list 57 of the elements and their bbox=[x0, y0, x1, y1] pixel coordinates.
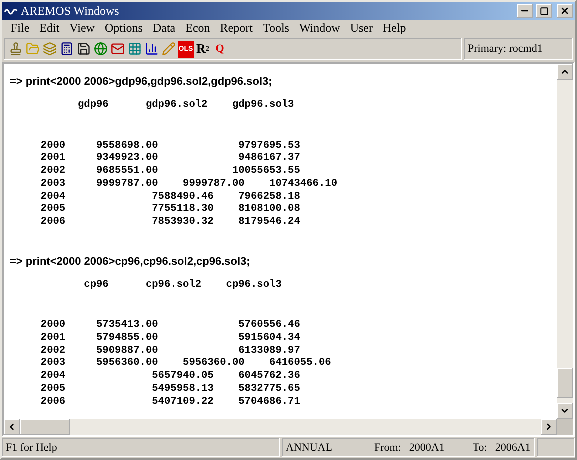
scrollbar-thumb[interactable] bbox=[20, 419, 70, 435]
data-row-text: 2000 9558698.00 9797695.53 bbox=[40, 140, 302, 152]
data-row-text: 2001 9349923.00 9486167.37 bbox=[40, 152, 302, 166]
data-row-text: 2002 9685551.00 10055653.55 bbox=[40, 165, 302, 178]
menu-item[interactable]: Options bbox=[100, 21, 148, 36]
command-line: => print<2000 2006>gdp96,gdp96.sol2,gdp96.sol3; bbox=[10, 76, 274, 89]
to-label: To: bbox=[472, 442, 488, 454]
data-row-text: 2005 7755118.30 8108100.08 bbox=[40, 203, 302, 216]
menu-item[interactable]: View bbox=[64, 21, 100, 36]
from-label: From: bbox=[374, 442, 402, 454]
data-row-text: 2001 5794855.00 5915604.34 bbox=[40, 332, 302, 345]
help-status: F1 for Help bbox=[2, 438, 280, 457]
command-line: => print<2000 2006>cp96,cp96.sol2,cp96.sol3; bbox=[10, 256, 252, 269]
frequency-text: ANNUAL bbox=[286, 442, 332, 454]
data-row-text: 2006 7853930.32 8179546.24 bbox=[40, 216, 302, 229]
app-icon bbox=[4, 7, 18, 15]
data-row-text: 2005 5495958.13 5832775.65 bbox=[40, 382, 302, 396]
save-button[interactable] bbox=[76, 40, 92, 58]
data-row-text: 2002 5909887.00 6133089.97 bbox=[40, 344, 302, 358]
column-headers: cp96 cp96.sol2 cp96.sol3 bbox=[83, 278, 283, 292]
menu-item[interactable]: Edit bbox=[34, 21, 65, 36]
menu-item[interactable]: Window bbox=[294, 21, 346, 36]
menu-item[interactable]: Data bbox=[148, 21, 181, 36]
vertical-scrollbar[interactable] bbox=[557, 64, 573, 435]
toolbar-button[interactable]: R$^{2}$ bbox=[195, 40, 211, 58]
menu-item[interactable]: User bbox=[345, 21, 378, 36]
menu-item[interactable]: Econ bbox=[180, 21, 216, 36]
from-value: 2000A1 bbox=[409, 442, 445, 454]
scroll-up-button[interactable] bbox=[557, 64, 573, 80]
to-value: 2006A1 bbox=[495, 442, 531, 454]
close-icon bbox=[560, 6, 570, 16]
window-title: AREMOS Windows bbox=[21, 4, 120, 18]
maximize-button[interactable] bbox=[536, 4, 552, 18]
menu-item[interactable]: Help bbox=[378, 21, 412, 36]
menu-item[interactable]: Tools bbox=[258, 21, 294, 36]
data-row-text: 2000 5735413.00 5760556.46 bbox=[40, 319, 302, 332]
close-button[interactable] bbox=[557, 4, 573, 18]
data-row-text: 2003 9999787.00 9999787.00 10743466.10 bbox=[40, 178, 338, 191]
data-row-text: 2006 5407109.22 5704686.71 bbox=[40, 396, 302, 408]
scroll-down-button[interactable] bbox=[557, 403, 573, 419]
bar-chart-button[interactable] bbox=[144, 40, 160, 58]
scrollbar-thumb[interactable] bbox=[557, 368, 573, 398]
data-row-text: 2004 7588490.46 7966258.18 bbox=[40, 190, 302, 204]
scroll-left-button[interactable] bbox=[4, 419, 20, 435]
column-headers: gdp96 gdp96.sol2 gdp96.sol3 bbox=[76, 99, 296, 112]
maximize-icon bbox=[540, 6, 548, 16]
minimize-button[interactable] bbox=[517, 4, 533, 18]
size-grip bbox=[557, 419, 573, 435]
data-row-text: 2004 5657940.05 6045762.36 bbox=[40, 370, 302, 383]
calculator-button[interactable] bbox=[59, 40, 75, 58]
menu-item[interactable]: File bbox=[6, 21, 35, 36]
primary-database-label: Primary: rocmd1 bbox=[464, 38, 573, 60]
menu-item[interactable]: Report bbox=[215, 21, 258, 36]
horizontal-scrollbar[interactable] bbox=[4, 419, 557, 435]
data-row-text: 2003 5956360.00 5956360.00 6416055.06 bbox=[40, 357, 332, 370]
scroll-right-button[interactable] bbox=[541, 419, 557, 435]
stamp-button[interactable] bbox=[8, 40, 24, 58]
